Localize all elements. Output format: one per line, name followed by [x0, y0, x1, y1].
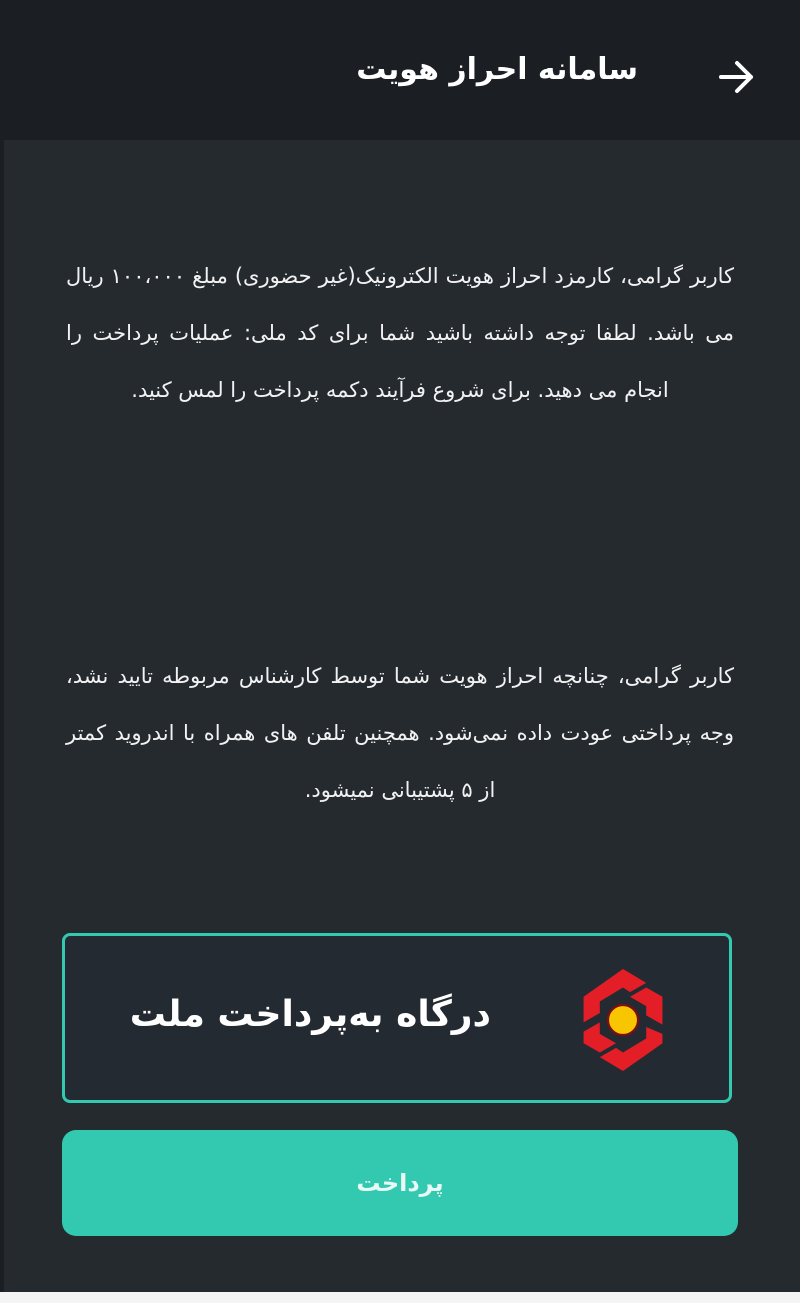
page-title: سامانه احراز هویت: [356, 52, 638, 87]
fee-notice-text: کاربر گرامی، کارمزد احراز هویت الکترونیک…: [66, 264, 734, 402]
gateway-label: درگاه به‌پرداخت ملت: [129, 994, 491, 1035]
refund-notice-text: کاربر گرامی، چنانچه احراز هویت شما توسط …: [66, 664, 734, 802]
left-edge-strip: [0, 140, 4, 1303]
pay-button-label: پرداخت: [356, 1169, 444, 1197]
app-header: سامانه احراز هویت: [0, 0, 800, 140]
mellat-bank-logo-icon: [583, 968, 663, 1072]
bottom-edge: [0, 1292, 800, 1303]
payment-gateway-option[interactable]: درگاه به‌پرداخت ملت: [62, 933, 732, 1103]
back-button[interactable]: [712, 52, 762, 102]
arrow-right-icon: [719, 61, 753, 93]
pay-button[interactable]: پرداخت: [62, 1130, 738, 1236]
